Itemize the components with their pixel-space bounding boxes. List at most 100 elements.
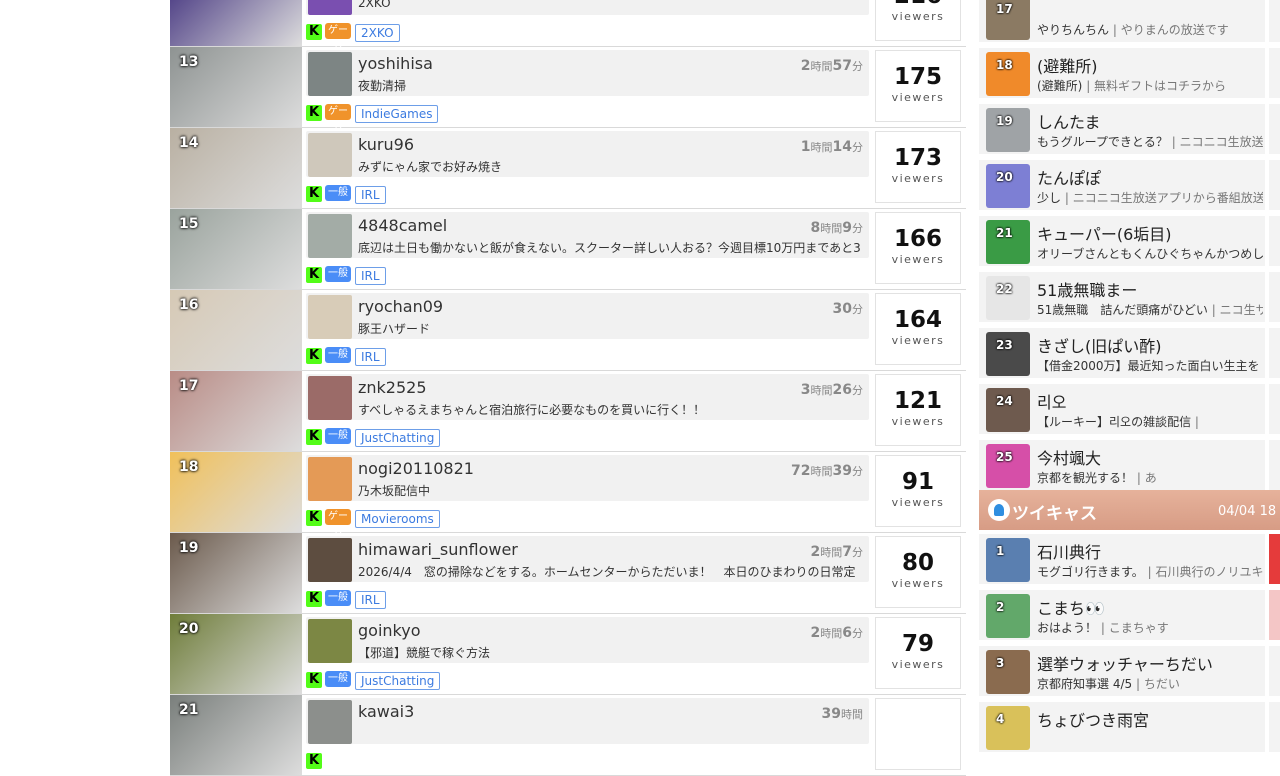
stream-info[interactable]: znk2525 すべしゃるえまちゃんと宿泊旅行に必要なものを買いに行く！！ 3時間2…	[306, 374, 869, 420]
broadcaster-name[interactable]: 리오	[1037, 389, 1066, 413]
streamer-name[interactable]: ryochan09	[358, 297, 443, 316]
stream-thumbnail[interactable]: 15	[170, 209, 302, 289]
ranking-item-box[interactable]: 25 今村颯大 京都を観光する！ | あ	[979, 440, 1265, 490]
stream-info[interactable]: nogi20110821 乃木坂配信中 72時間39分	[306, 455, 869, 501]
broadcaster-avatar[interactable]: 4	[986, 706, 1030, 750]
broadcaster-avatar[interactable]: 24	[986, 388, 1030, 432]
ranking-item[interactable]: 20 たんぽぽ 少し | ニコニコ生放送アプリから番組放送	[979, 158, 1280, 214]
genre-tag[interactable]: JustChatting	[355, 429, 441, 447]
broadcaster-name[interactable]: しんたま	[1037, 109, 1101, 133]
streamer-name[interactable]: himawari_sunflower	[358, 540, 518, 559]
ranking-item[interactable]: 24 리오 【ルーキー】리오の雑談配信 |	[979, 382, 1280, 438]
streamer-avatar[interactable]	[308, 295, 352, 339]
broadcaster-avatar[interactable]: 2	[986, 594, 1030, 638]
stream-row[interactable]: 14 kuru96 みずにゃん家でお好み焼き 1時間14分 K 一般 IRL 173 viewe…	[170, 128, 966, 209]
stream-thumbnail[interactable]: 13	[170, 47, 302, 127]
ranking-item[interactable]: 25 今村颯大 京都を観光する！ | あ	[979, 438, 1280, 494]
broadcaster-name[interactable]: キューパー(6垢目)	[1037, 221, 1172, 245]
ranking-item-box[interactable]: 24 리오 【ルーキー】리오の雑談配信 |	[979, 384, 1265, 434]
broadcaster-name[interactable]: たんぽぽ	[1037, 165, 1101, 189]
ranking-item[interactable]: 21 キューパー(6垢目) オリーブさんともくんひぐちゃんかつめし	[979, 214, 1280, 270]
stream-info[interactable]: 2XKO	[306, 0, 869, 15]
stream-thumbnail[interactable]: 16	[170, 290, 302, 370]
stream-row[interactable]: 17 znk2525 すべしゃるえまちゃんと宿泊旅行に必要なものを買いに行く！！ 3時…	[170, 371, 966, 452]
genre-tag[interactable]: IRL	[355, 267, 386, 285]
stream-row[interactable]: 122XKOKゲーム2XKO216viewers	[170, 0, 966, 52]
streamer-avatar[interactable]	[308, 538, 352, 582]
stream-thumbnail[interactable]: 21	[170, 695, 302, 775]
ranking-item[interactable]: 22 51歳無職まー 51歳無職 詰んだ頭痛がひどい | ニコ生サ	[979, 270, 1280, 326]
stream-row[interactable]: 20 goinkyo 【邪道】競艇で稼ぐ方法 2時間6分 K 一般 JustChatting…	[170, 614, 966, 695]
streamer-name[interactable]: kawai3	[358, 702, 414, 721]
broadcaster-avatar[interactable]: 25	[986, 444, 1030, 488]
broadcaster-name[interactable]: 51歳無職まー	[1037, 277, 1137, 301]
stream-row[interactable]: 19 himawari_sunflower 2026/4/4 窓の掃除などをする。ホ…	[170, 533, 966, 614]
streamer-avatar[interactable]	[308, 457, 352, 501]
broadcaster-name[interactable]: (避難所)	[1037, 53, 1098, 77]
streamer-name[interactable]: goinkyo	[358, 621, 420, 640]
stream-info[interactable]: yoshihisa 夜勤清掃 2時間57分	[306, 50, 869, 96]
genre-tag[interactable]: IRL	[355, 591, 386, 609]
ranking-item[interactable]: 19 しんたま もうグループできとる？ | ニコニコ生放送	[979, 102, 1280, 158]
ranking-item-box[interactable]: 20 たんぽぽ 少し | ニコニコ生放送アプリから番組放送	[979, 160, 1265, 210]
stream-row[interactable]: 21 kawai3 39時間 K	[170, 695, 966, 776]
streamer-name[interactable]: znk2525	[358, 378, 427, 397]
ranking-item-box[interactable]: 1 石川典行 モグゴリ行きます。 | 石川典行のノリユキ	[979, 534, 1265, 584]
genre-tag[interactable]: 2XKO	[355, 24, 400, 42]
broadcaster-avatar[interactable]: 22	[986, 276, 1030, 320]
streamer-name[interactable]: 4848camel	[358, 216, 447, 235]
genre-tag[interactable]: Movierooms	[355, 510, 440, 528]
stream-info[interactable]: goinkyo 【邪道】競艇で稼ぐ方法 2時間6分	[306, 617, 869, 663]
broadcaster-name[interactable]: 今村颯大	[1037, 445, 1101, 469]
broadcaster-name[interactable]: 選挙ウォッチャーちだい	[1037, 651, 1213, 675]
broadcaster-name[interactable]: ちょびつき雨宮	[1037, 707, 1149, 731]
ranking-item[interactable]: 23 きざし(旧ぱい酢) 【借金2000万】最近知った面白い生主を	[979, 326, 1280, 382]
broadcaster-avatar[interactable]: 23	[986, 332, 1030, 376]
stream-info[interactable]: ryochan09 豚王ハザード 30分	[306, 293, 869, 339]
streamer-avatar[interactable]	[308, 52, 352, 96]
stream-thumbnail[interactable]: 18	[170, 452, 302, 532]
stream-row[interactable]: 15 4848camel 底辺は土日も働かないと飯が食えない。スクーター詳しい人おる…	[170, 209, 966, 290]
streamer-name[interactable]: kuru96	[358, 135, 414, 154]
ranking-item[interactable]: 18 (避難所) (避難所) | 無料ギフトはコチラから	[979, 46, 1280, 102]
genre-tag[interactable]: IRL	[355, 186, 386, 204]
stream-thumbnail[interactable]: 20	[170, 614, 302, 694]
ranking-item-box[interactable]: 18 (避難所) (避難所) | 無料ギフトはコチラから	[979, 48, 1265, 98]
stream-thumbnail[interactable]: 12	[170, 0, 302, 46]
twitcasting-header[interactable]: ツイキャス 04/04 18	[979, 490, 1280, 530]
broadcaster-name[interactable]: 石川典行	[1037, 539, 1101, 563]
stream-row[interactable]: 16 ryochan09 豚王ハザード 30分 K 一般 IRL 164 viewers	[170, 290, 966, 371]
broadcaster-avatar[interactable]: 17	[986, 0, 1030, 40]
broadcaster-name[interactable]: こまち👀	[1037, 595, 1105, 619]
stream-info[interactable]: 4848camel 底辺は土日も働かないと飯が食えない。スクーター詳しい人おる？今…	[306, 212, 869, 258]
ranking-item-box[interactable]: 22 51歳無職まー 51歳無職 詰んだ頭痛がひどい | ニコ生サ	[979, 272, 1265, 322]
ranking-item-box[interactable]: 23 きざし(旧ぱい酢) 【借金2000万】最近知った面白い生主を	[979, 328, 1265, 378]
broadcaster-avatar[interactable]: 21	[986, 220, 1030, 264]
broadcaster-avatar[interactable]: 3	[986, 650, 1030, 694]
streamer-avatar[interactable]	[308, 0, 352, 15]
streamer-avatar[interactable]	[308, 214, 352, 258]
stream-info[interactable]: kuru96 みずにゃん家でお好み焼き 1時間14分	[306, 131, 869, 177]
stream-thumbnail[interactable]: 14	[170, 128, 302, 208]
ranking-item-box[interactable]: 19 しんたま もうグループできとる？ | ニコニコ生放送	[979, 104, 1265, 154]
ranking-item-box[interactable]: 21 キューパー(6垢目) オリーブさんともくんひぐちゃんかつめし	[979, 216, 1265, 266]
genre-tag[interactable]: JustChatting	[355, 672, 441, 690]
ranking-item-box[interactable]: 17 やりちんちん | やりまんの放送です	[979, 0, 1265, 42]
stream-row[interactable]: 13 yoshihisa 夜勤清掃 2時間57分 K ゲーム IndieGames 175 vi…	[170, 47, 966, 133]
streamer-avatar[interactable]	[308, 376, 352, 420]
stream-thumbnail[interactable]: 19	[170, 533, 302, 613]
stream-row[interactable]: 18 nogi20110821 乃木坂配信中 72時間39分 K ゲーム Movieroom…	[170, 452, 966, 538]
stream-info[interactable]: himawari_sunflower 2026/4/4 窓の掃除などをする。ホーム…	[306, 536, 869, 582]
broadcaster-avatar[interactable]: 18	[986, 52, 1030, 96]
stream-thumbnail[interactable]: 17	[170, 371, 302, 451]
streamer-avatar[interactable]	[308, 700, 352, 744]
broadcaster-avatar[interactable]: 20	[986, 164, 1030, 208]
ranking-item-box[interactable]: 2 こまち👀 おはよう！ | こまちゃす	[979, 590, 1265, 640]
genre-tag[interactable]: IndieGames	[355, 105, 439, 123]
ranking-item[interactable]: 17 やりちんちん | やりまんの放送です	[979, 0, 1280, 46]
ranking-item-box[interactable]: 4 ちょびつき雨宮	[979, 702, 1265, 752]
ranking-item-box[interactable]: 3 選挙ウォッチャーちだい 京都府知事選 4/5 | ちだい	[979, 646, 1265, 696]
stream-info[interactable]: kawai3 39時間	[306, 698, 869, 744]
streamer-name[interactable]: nogi20110821	[358, 459, 474, 478]
streamer-name[interactable]: yoshihisa	[358, 54, 433, 73]
